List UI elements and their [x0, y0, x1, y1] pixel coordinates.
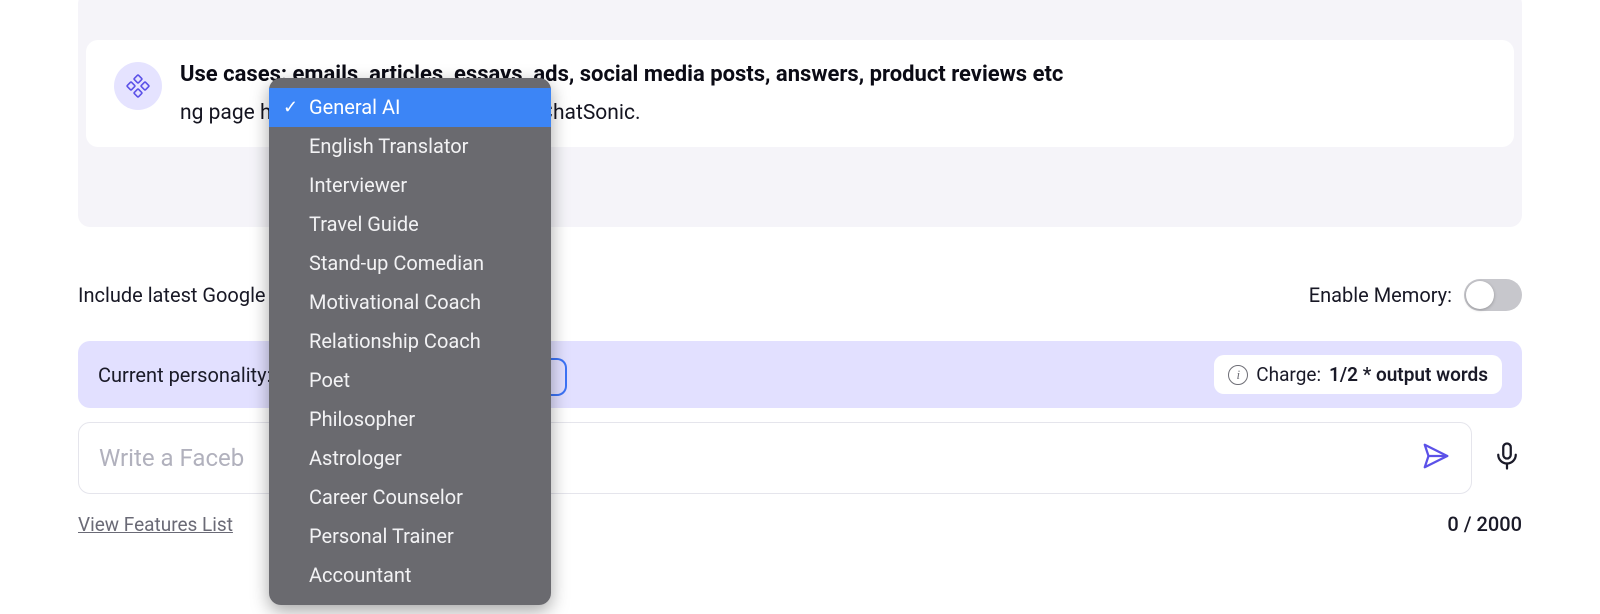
- dropdown-item[interactable]: Stand-up Comedian: [269, 244, 551, 283]
- charge-label: Charge:: [1256, 363, 1321, 386]
- dropdown-item[interactable]: Astrologer: [269, 439, 551, 478]
- dropdown-item[interactable]: English Translator: [269, 127, 551, 166]
- memory-toggle[interactable]: [1464, 279, 1522, 311]
- dropdown-item[interactable]: Philosopher: [269, 400, 551, 439]
- input-placeholder: Write a Faceb: [99, 444, 244, 472]
- sparkle-icon: [114, 62, 162, 110]
- dropdown-item[interactable]: Career Counselor: [269, 478, 551, 517]
- dropdown-item[interactable]: Motivational Coach: [269, 283, 551, 322]
- view-features-link[interactable]: View Features List: [78, 513, 233, 536]
- microphone-icon[interactable]: [1492, 441, 1522, 475]
- dropdown-item[interactable]: Personal Trainer: [269, 517, 551, 556]
- dropdown-item[interactable]: Interviewer: [269, 166, 551, 205]
- dropdown-item[interactable]: Accountant: [269, 556, 551, 595]
- personality-label: Current personality:: [98, 363, 271, 387]
- charge-value: 1/2 * output words: [1329, 363, 1488, 386]
- charge-box: i Charge: 1/2 * output words: [1214, 355, 1502, 394]
- google-data-label: Include latest Google: [78, 283, 266, 307]
- memory-label: Enable Memory:: [1309, 283, 1452, 307]
- info-icon[interactable]: i: [1228, 365, 1248, 385]
- dropdown-item[interactable]: General AI: [269, 88, 551, 127]
- char-counter: 0 / 2000: [1447, 512, 1522, 536]
- dropdown-item[interactable]: Travel Guide: [269, 205, 551, 244]
- dropdown-item[interactable]: Poet: [269, 361, 551, 400]
- personality-dropdown[interactable]: General AIEnglish TranslatorInterviewerT…: [269, 78, 551, 605]
- dropdown-item[interactable]: Relationship Coach: [269, 322, 551, 361]
- send-icon[interactable]: [1421, 441, 1451, 475]
